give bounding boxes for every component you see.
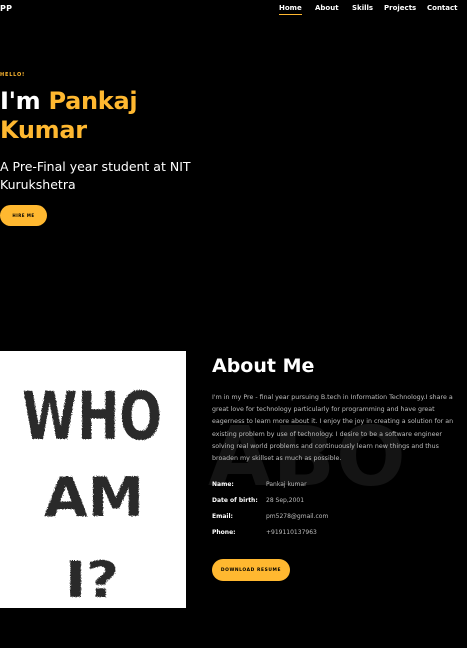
info-value: Pankaj kumar	[266, 481, 307, 488]
nav-link-projects[interactable]: Projects	[384, 4, 416, 12]
who-am-i-image: WHO AM I?	[0, 351, 186, 608]
personal-info-list: Name: Pankaj kumar Date of birth: 28 Sep…	[212, 481, 362, 545]
info-row-email: Email: pm5278@gmail.com	[212, 513, 362, 529]
hero-title: I'm Pankaj Kumar	[0, 87, 200, 145]
info-value: 28 Sep,2001	[266, 497, 305, 504]
info-label: Date of birth:	[212, 497, 258, 504]
download-resume-button[interactable]: DOWNLOAD RESUME	[212, 559, 290, 581]
info-label: Email:	[212, 513, 233, 520]
info-value: pm5278@gmail.com	[266, 513, 329, 520]
info-value: +919110137963	[266, 529, 317, 536]
info-row-phone: Phone: +919110137963	[212, 529, 362, 545]
hero-subtitle: A Pre-Final year student at NIT Kurukshe…	[0, 159, 191, 192]
hero-title-prefix: I'm	[0, 87, 49, 115]
hero-greeting: HELLO!	[0, 72, 26, 78]
info-row-dob: Date of birth: 28 Sep,2001	[212, 497, 362, 513]
nav-link-skills[interactable]: Skills	[352, 4, 373, 12]
nav-link-about[interactable]: About	[315, 4, 339, 12]
hire-me-button[interactable]: HIRE ME	[0, 205, 47, 226]
who-am-i-image-art: WHO AM I?	[22, 378, 162, 608]
nav-link-home[interactable]: Home	[279, 4, 302, 15]
about-title: About Me	[212, 355, 315, 377]
info-label: Phone:	[212, 529, 236, 536]
main-nav: Home About Skills Projects Contact	[279, 4, 467, 18]
about-description: I'm in my Pre - final year pursuing B.te…	[212, 394, 454, 463]
info-row-name: Name: Pankaj kumar	[212, 481, 362, 497]
info-label: Name:	[212, 481, 234, 488]
image-text-i: I?	[65, 551, 119, 608]
nav-link-contact[interactable]: Contact	[427, 4, 458, 12]
image-text-am: AM	[44, 466, 144, 529]
site-logo[interactable]: PP	[0, 4, 12, 13]
image-text-who: WHO	[22, 378, 162, 455]
